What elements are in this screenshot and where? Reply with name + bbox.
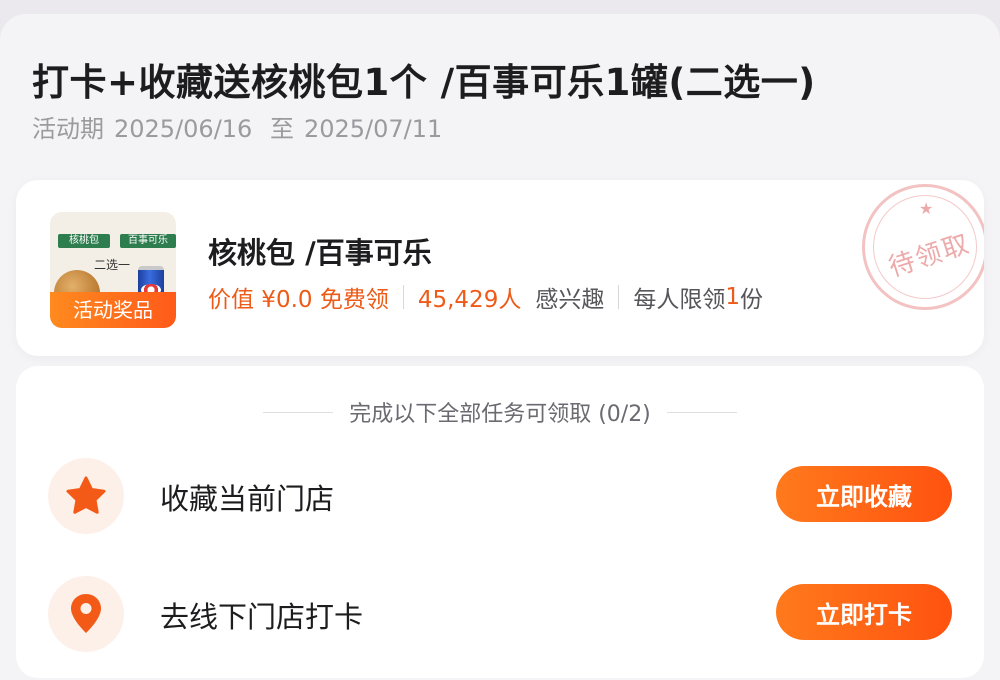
task-icon-circle	[48, 458, 124, 534]
task-row-checkin-store: 去线下门店打卡 立即打卡	[16, 572, 984, 652]
period-to: 至	[269, 115, 294, 143]
checkin-now-button[interactable]: 立即打卡	[776, 584, 952, 640]
stamp-star-icon: ★	[919, 199, 934, 218]
activity-page: 打卡+收藏送核桃包1个 /百事可乐1罐(二选一) 活动期 2025/06/16 至…	[0, 0, 1000, 680]
period-start: 2025/06/16	[114, 115, 253, 143]
prize-thumbnail[interactable]: 核桃包 百事可乐 二选一 活动奖品	[50, 212, 176, 328]
task-row-favorite-store: 收藏当前门店 立即收藏	[16, 454, 984, 534]
prize-card[interactable]: 核桃包 百事可乐 二选一 活动奖品 核桃包 /百事可乐 价值 ¥0.0 免费领 …	[16, 180, 984, 356]
task-header-text: 完成以下全部任务可领取 (0/2)	[349, 402, 651, 427]
thumbnail-tag-pepsi: 百事可乐	[120, 234, 176, 248]
limit-prefix: 每人限领	[633, 287, 726, 313]
activity-period: 活动期 2025/06/16 至 2025/07/11	[32, 109, 452, 144]
header-line-right	[666, 411, 737, 413]
task-header: 完成以下全部任务可领取 (0/2)	[16, 396, 984, 428]
prize-name: 核桃包 /百事可乐	[208, 236, 432, 270]
task-label: 收藏当前门店	[160, 482, 335, 516]
interest-count: 45,429人	[417, 287, 522, 313]
stamp-text: 待领取	[885, 228, 975, 284]
pending-claim-stamp: ★ 待领取	[862, 184, 984, 310]
meta-divider	[402, 285, 404, 309]
period-end: 2025/07/11	[303, 115, 443, 143]
favorite-now-button[interactable]: 立即收藏	[776, 466, 952, 522]
location-pin-icon	[71, 594, 101, 633]
task-panel: 完成以下全部任务可领取 (0/2) 收藏当前门店 立即收藏 去线下门店打卡 立即…	[16, 366, 984, 678]
header-line-left	[263, 411, 334, 413]
prize-value: 价值 ¥0.0 免费领	[208, 287, 389, 313]
activity-title: 打卡+收藏送核桃包1个 /百事可乐1罐(二选一)	[32, 61, 816, 104]
prize-badge: 活动奖品	[50, 292, 176, 328]
period-label: 活动期	[32, 115, 104, 143]
limit-suffix: 份	[739, 287, 763, 313]
task-icon-circle	[48, 576, 124, 652]
prize-meta: 价值 ¥0.0 免费领 45,429人 感兴趣 每人限领 1 份	[208, 280, 763, 314]
thumbnail-tag-walnut: 核桃包	[58, 234, 110, 248]
limit-number: 1	[725, 284, 740, 310]
meta-divider	[618, 285, 620, 309]
activity-card: 打卡+收藏送核桃包1个 /百事可乐1罐(二选一) 活动期 2025/06/16 至…	[0, 14, 1000, 680]
task-label: 去线下门店打卡	[160, 600, 364, 634]
thumbnail-choose-text: 二选一	[94, 258, 131, 272]
star-icon	[66, 476, 106, 514]
interest-label: 感兴趣	[535, 287, 605, 313]
